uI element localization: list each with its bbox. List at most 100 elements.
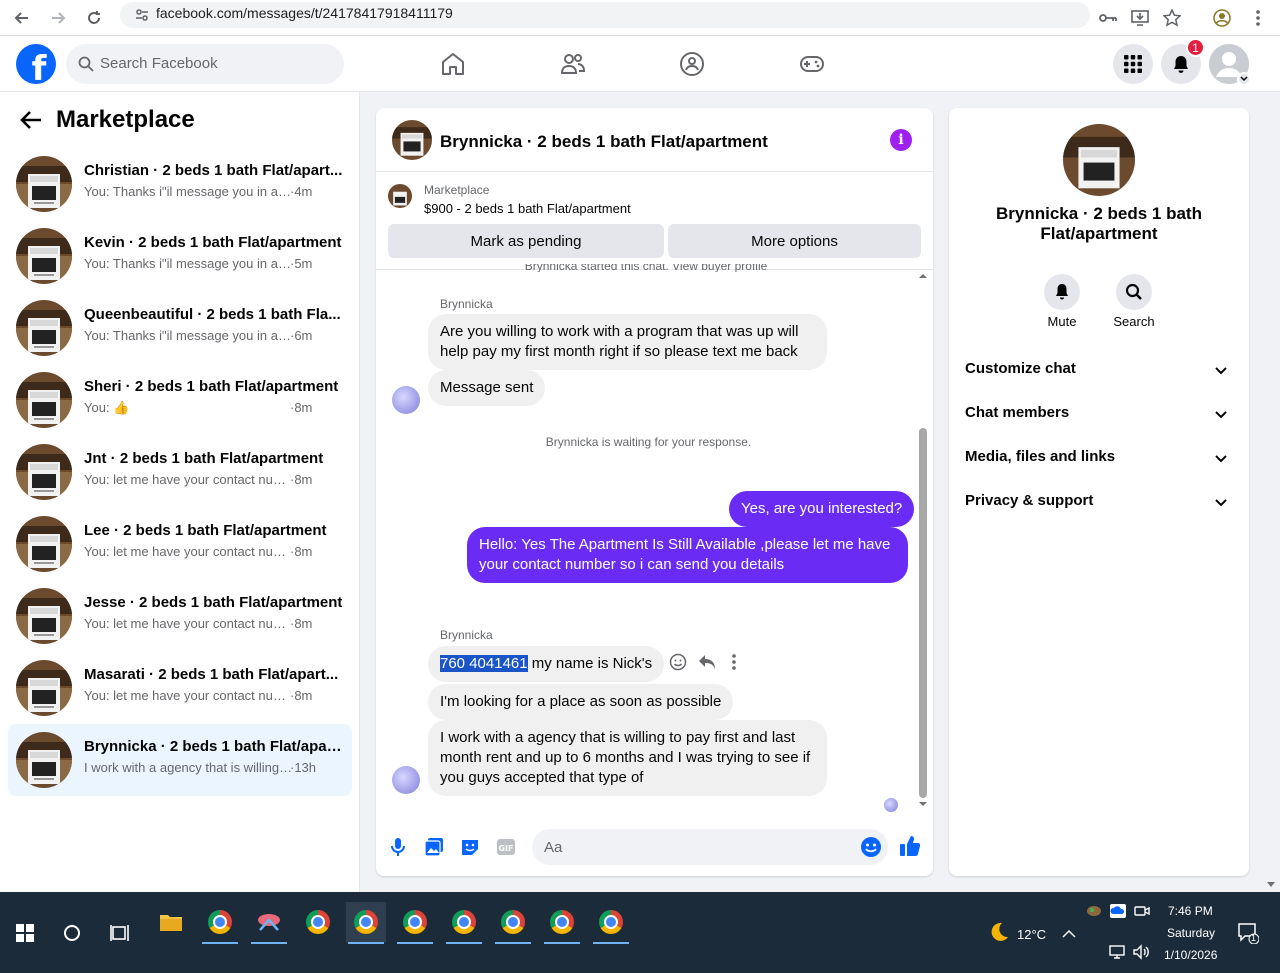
incoming-message[interactable]: Message sent <box>428 370 546 406</box>
facebook-logo[interactable]: f <box>16 44 56 84</box>
privacy-support-row[interactable]: Privacy & support <box>965 482 1233 522</box>
chat-members-row[interactable]: Chat members <box>965 394 1233 434</box>
search-input[interactable]: Search Facebook <box>66 44 344 84</box>
more-actions-icon[interactable] <box>731 654 737 675</box>
onedrive-cloud-icon[interactable] <box>1110 904 1126 923</box>
chrome-profile-icon[interactable] <box>493 902 533 944</box>
outgoing-message[interactable]: Hello: Yes The Apartment Is Still Availa… <box>467 527 908 583</box>
chat-thumbnail[interactable] <box>392 120 432 160</box>
weather-temperature[interactable]: 12°C <box>1017 927 1046 942</box>
show-hidden-icons-icon[interactable] <box>1062 926 1076 944</box>
install-app-icon[interactable] <box>1126 4 1154 32</box>
volume-icon[interactable] <box>1132 944 1150 965</box>
listing-large-thumbnail[interactable] <box>1063 124 1135 196</box>
conversation-name: Jesse · 2 beds 1 bath Flat/apartment <box>84 594 343 611</box>
chevron-down-icon <box>1215 362 1227 380</box>
home-icon[interactable] <box>433 44 473 84</box>
scrollbar-thumb[interactable] <box>919 428 927 798</box>
chrome-active-icon[interactable] <box>346 902 386 944</box>
url-text[interactable]: facebook.com/messages/t/2417841791841117… <box>156 5 453 21</box>
conversation-time: ·13h <box>290 760 317 775</box>
clock-time[interactable]: 7:46 PM <box>1168 904 1213 918</box>
sender-name: Brynnicka <box>440 297 493 311</box>
chat-title[interactable]: Brynnicka · 2 beds 1 bath Flat/apartment <box>440 132 768 152</box>
account-chevron-icon[interactable] <box>1237 72 1251 86</box>
tray-app-icon[interactable] <box>1086 904 1102 923</box>
site-settings-icon[interactable] <box>134 7 150 28</box>
conversation-name: Jnt · 2 beds 1 bath Flat/apartment <box>84 450 324 467</box>
react-emoji-icon[interactable] <box>669 653 687 676</box>
back-icon[interactable] <box>8 4 36 32</box>
listing-title[interactable]: $900 - 2 beds 1 bath Flat/apartment <box>424 201 631 216</box>
chrome-icon[interactable] <box>298 902 338 942</box>
incoming-message[interactable]: I'm looking for a place as soon as possi… <box>428 684 734 720</box>
incoming-message[interactable]: 760 4041461 my name is Nick's <box>428 646 665 682</box>
clock-date[interactable]: 1/10/2026 <box>1164 948 1217 962</box>
contact-avatar[interactable] <box>392 766 420 794</box>
bookmark-star-icon[interactable] <box>1158 4 1186 32</box>
snipping-tool-icon[interactable] <box>249 902 289 944</box>
search-in-chat-button[interactable] <box>1116 274 1152 310</box>
emoji-icon[interactable] <box>860 836 882 863</box>
chrome-profile-icon[interactable] <box>591 902 631 944</box>
windows-start-icon[interactable] <box>16 924 34 947</box>
conversation-item[interactable]: Jnt · 2 beds 1 bath Flat/apartment You: l… <box>8 436 352 508</box>
reload-icon[interactable] <box>80 4 108 32</box>
outgoing-message[interactable]: Yes, are you interested? <box>729 491 915 527</box>
password-key-icon[interactable] <box>1094 4 1122 32</box>
info-icon[interactable]: i <box>890 129 912 151</box>
browser-menu-icon[interactable] <box>1244 4 1272 32</box>
file-explorer-icon[interactable] <box>151 902 191 942</box>
conversation-item[interactable]: Brynnicka · 2 beds 1 bath Flat/apar... I … <box>8 724 352 796</box>
network-icon[interactable] <box>1108 944 1126 965</box>
meet-now-icon[interactable] <box>1134 904 1150 923</box>
conversation-time: ·8m <box>290 400 313 415</box>
more-options-button[interactable]: More options <box>668 224 921 258</box>
weather-moon-icon[interactable] <box>986 920 1010 949</box>
section-label: Privacy & support <box>965 492 1094 509</box>
media-files-links-row[interactable]: Media, files and links <box>965 438 1233 478</box>
sticker-icon[interactable] <box>460 837 480 862</box>
task-view-icon[interactable] <box>110 924 130 947</box>
chat-started-note: Brynnicka started this chat. View buyer … <box>524 264 768 272</box>
customize-chat-row[interactable]: Customize chat <box>965 350 1233 390</box>
message-input[interactable]: Aa <box>532 829 888 865</box>
reply-icon[interactable] <box>698 654 716 675</box>
chrome-profile-icon[interactable] <box>444 902 484 944</box>
back-arrow-icon[interactable] <box>20 110 42 135</box>
clock-day[interactable]: Saturday <box>1167 926 1215 940</box>
conversation-item[interactable]: Christian · 2 beds 1 bath Flat/apart... Y… <box>8 148 352 220</box>
like-thumb-icon[interactable] <box>899 835 921 862</box>
forward-icon[interactable] <box>44 4 72 32</box>
chrome-profile-icon[interactable] <box>395 902 435 944</box>
contact-avatar[interactable] <box>392 386 420 414</box>
gaming-icon[interactable] <box>792 44 832 84</box>
conversation-preview: You: 👍 <box>84 400 130 415</box>
gif-icon[interactable]: GIF <box>496 837 516 862</box>
chrome-profile-n-icon[interactable] <box>200 902 240 944</box>
conversation-thumbnail <box>16 156 72 212</box>
conversation-item[interactable]: Lee · 2 beds 1 bath Flat/apartment You: l… <box>8 508 352 580</box>
conversation-item[interactable]: Masarati · 2 beds 1 bath Flat/apart... Yo… <box>8 652 352 724</box>
selected-phone-number[interactable]: 760 4041461 <box>440 655 528 672</box>
conversation-item[interactable]: Jesse · 2 beds 1 bath Flat/apartment You:… <box>8 580 352 652</box>
groups-icon[interactable] <box>672 44 712 84</box>
chrome-profile-icon[interactable] <box>542 902 582 944</box>
search-circle-icon[interactable] <box>62 923 82 948</box>
incoming-message[interactable]: Are you willing to work with a program t… <box>428 314 827 370</box>
svg-text:GIF: GIF <box>498 844 513 853</box>
profile-icon[interactable] <box>1208 4 1236 32</box>
conversation-item[interactable]: Kevin · 2 beds 1 bath Flat/apartment You:… <box>8 220 352 292</box>
mute-button[interactable] <box>1044 274 1080 310</box>
action-center-icon[interactable]: 1 <box>1237 922 1260 949</box>
attach-photo-icon[interactable] <box>424 837 444 862</box>
voice-clip-icon[interactable] <box>390 837 406 862</box>
friends-icon[interactable] <box>553 44 593 84</box>
conversation-item[interactable]: Sheri · 2 beds 1 bath Flat/apartment You:… <box>8 364 352 436</box>
mark-pending-button[interactable]: Mark as pending <box>388 224 664 258</box>
incoming-message[interactable]: I work with a agency that is willing to … <box>428 720 827 796</box>
listing-thumbnail[interactable] <box>388 184 412 208</box>
conversation-item[interactable]: Queenbeautiful · 2 beds 1 bath Fla... You… <box>8 292 352 364</box>
conversation-time: ·6m <box>290 328 313 343</box>
menu-grid-icon[interactable] <box>1113 44 1153 84</box>
